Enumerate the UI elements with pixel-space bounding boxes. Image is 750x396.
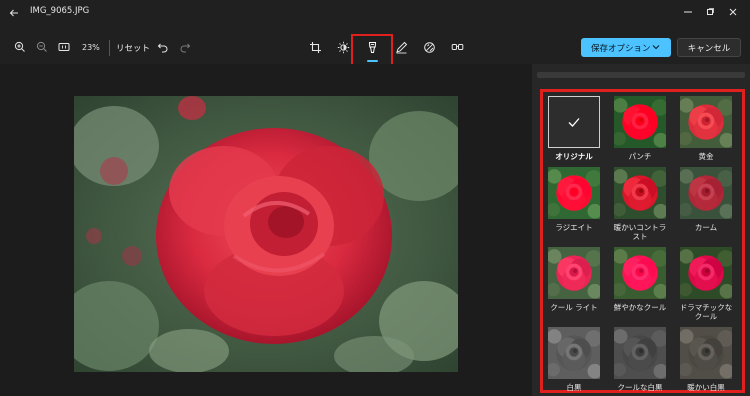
zoom-level: 23% (82, 43, 100, 52)
filter-golden[interactable]: 黄金 (678, 96, 734, 161)
filter-vivid-cool[interactable]: 鮮やかなクール (612, 247, 668, 312)
filter-label-punch: パンチ (628, 152, 652, 161)
filter-cool-black-white[interactable]: クールな白黒 (612, 327, 668, 392)
red-eye-tool[interactable] (447, 37, 467, 57)
filter-label-cool-black-white: クールな白黒 (617, 383, 663, 392)
filter-calm[interactable]: カーム (678, 167, 734, 232)
undo-icon (157, 41, 169, 53)
edited-photo[interactable] (74, 96, 458, 372)
actual-size-icon (58, 41, 70, 53)
zoom-out-button[interactable] (34, 39, 50, 55)
filter-dramatic-cool[interactable]: ドラマチックなクール (678, 247, 734, 321)
filter-black-white[interactable]: 白黒 (546, 327, 602, 392)
filter-warm-contrast[interactable]: 暖かいコントラスト (612, 167, 668, 241)
filter-thumb-cool-black-white (614, 327, 666, 379)
filter-warm-black-white[interactable]: 暖かい白黒 (678, 327, 734, 392)
maximize-button[interactable] (701, 3, 719, 21)
close-button[interactable] (724, 3, 742, 21)
maximize-icon (705, 7, 715, 17)
crop-tool[interactable] (305, 37, 325, 57)
toolbar-divider (109, 40, 110, 56)
panel-scroll-strip (537, 72, 745, 78)
filter-cool-light[interactable]: クール ライト (546, 247, 602, 312)
photo-canvas (0, 64, 532, 396)
filter-tool[interactable] (362, 37, 382, 57)
filter-thumb-punch (614, 96, 666, 148)
redo-icon (179, 41, 191, 53)
retouch-icon (423, 41, 436, 54)
back-button[interactable] (4, 3, 24, 23)
edit-toolbar: 23% リセット 保存オプション キャンセル (0, 32, 750, 68)
filter-thumb-cool-light (548, 247, 600, 299)
markup-icon (395, 41, 408, 54)
redo-button[interactable] (177, 39, 193, 55)
filter-label-calm: カーム (694, 223, 718, 232)
adjust-tool[interactable] (333, 37, 353, 57)
undo-button[interactable] (155, 39, 171, 55)
filters-panel: オリジナル パンチ 黄金 ラジエイト 暖かいコントラスト カーム クール ライト… (532, 64, 750, 396)
chevron-down-icon (651, 42, 661, 52)
filter-thumb-dramatic-cool (680, 247, 732, 299)
actual-size-button[interactable] (56, 39, 72, 55)
filter-punch[interactable]: パンチ (612, 96, 668, 161)
window-title: IMG_9065.JPG (30, 6, 90, 16)
checkmark-icon (567, 115, 581, 129)
back-arrow-icon (9, 8, 19, 18)
filter-label-black-white: 白黒 (566, 383, 582, 392)
adjust-icon (337, 41, 350, 54)
filter-thumb-radiate (548, 167, 600, 219)
save-options-label: 保存オプション (591, 43, 651, 54)
close-icon (728, 7, 738, 17)
filter-radiate[interactable]: ラジエイト (546, 167, 602, 232)
filter-label-radiate: ラジエイト (555, 223, 593, 232)
title-bar: IMG_9065.JPG (0, 0, 750, 26)
filter-label-golden: 黄金 (698, 152, 714, 161)
crop-icon (309, 41, 322, 54)
active-tool-indicator (367, 60, 378, 62)
filter-thumb-black-white (548, 327, 600, 379)
filter-label-vivid-cool: 鮮やかなクール (613, 303, 667, 312)
filter-label-dramatic-cool: ドラマチックなクール (679, 303, 733, 321)
filter-label-original: オリジナル (555, 152, 593, 161)
reset-button[interactable]: リセット (116, 42, 150, 54)
retouch-tool[interactable] (419, 37, 439, 57)
filter-thumb-warm-contrast (614, 167, 666, 219)
filter-thumb-warm-black-white (680, 327, 732, 379)
filter-thumb-calm (680, 167, 732, 219)
red-eye-icon (451, 41, 464, 54)
filter-label-warm-contrast: 暖かいコントラスト (613, 223, 667, 241)
zoom-in-button[interactable] (12, 39, 28, 55)
save-options-button[interactable]: 保存オプション (581, 38, 671, 57)
zoom-out-icon (36, 41, 48, 53)
minimize-icon (683, 7, 693, 17)
filter-label-cool-light: クール ライト (550, 303, 598, 312)
filter-thumb-golden (680, 96, 732, 148)
filter-thumb-original (548, 96, 600, 148)
minimize-button[interactable] (679, 3, 697, 21)
filter-original[interactable]: オリジナル (546, 96, 602, 161)
filter-label-warm-black-white: 暖かい白黒 (687, 383, 725, 392)
cancel-button[interactable]: キャンセル (677, 38, 741, 57)
zoom-in-icon (14, 41, 26, 53)
markup-tool[interactable] (391, 37, 411, 57)
filter-icon (366, 41, 379, 54)
cancel-label: キャンセル (687, 43, 731, 54)
filter-thumb-vivid-cool (614, 247, 666, 299)
